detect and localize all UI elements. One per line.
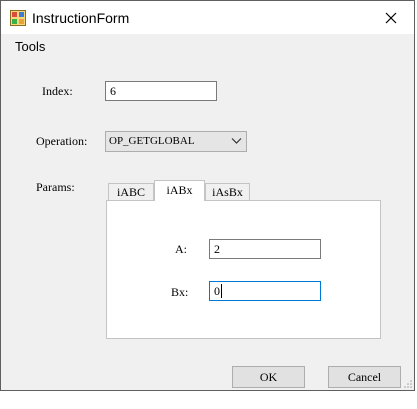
index-value: 6 (110, 84, 116, 98)
ok-button[interactable]: OK (232, 366, 305, 388)
operation-label: Operation: (36, 134, 88, 148)
resize-grip-icon[interactable] (403, 379, 413, 389)
window-title: InstructionForm (32, 10, 130, 26)
index-field[interactable]: 6 (105, 81, 217, 101)
tab-iasbx[interactable]: iAsBx (205, 183, 250, 201)
a-value: 2 (214, 242, 220, 256)
cancel-button[interactable]: Cancel (328, 366, 401, 388)
bx-field[interactable]: 0 (209, 281, 321, 301)
a-field[interactable]: 2 (209, 239, 321, 259)
menu-tools[interactable]: Tools (9, 39, 51, 54)
title-bar[interactable]: InstructionForm (1, 1, 414, 34)
params-label: Params: (36, 180, 75, 194)
index-label: Index: (42, 84, 73, 98)
text-caret (221, 284, 222, 298)
menu-bar: Tools (1, 34, 414, 58)
close-button[interactable] (368, 1, 414, 34)
background-window-strip (0, 390, 417, 409)
close-icon (385, 12, 397, 23)
operation-select[interactable]: OP_GETGLOBAL (105, 131, 247, 152)
instruction-form-window: InstructionForm Tools Index: 6 Operation… (0, 0, 415, 391)
a-label: A: (175, 242, 187, 256)
chevron-down-icon (231, 135, 242, 149)
bx-label: Bx: (171, 285, 189, 299)
operation-value: OP_GETGLOBAL (109, 135, 195, 147)
tab-iabc[interactable]: iABC (108, 183, 154, 201)
app-icon (10, 10, 26, 26)
bx-value: 0 (214, 284, 220, 298)
tab-page-iabx: A: 2 Bx: 0 (106, 200, 381, 339)
tab-iabx[interactable]: iABx (154, 180, 205, 201)
